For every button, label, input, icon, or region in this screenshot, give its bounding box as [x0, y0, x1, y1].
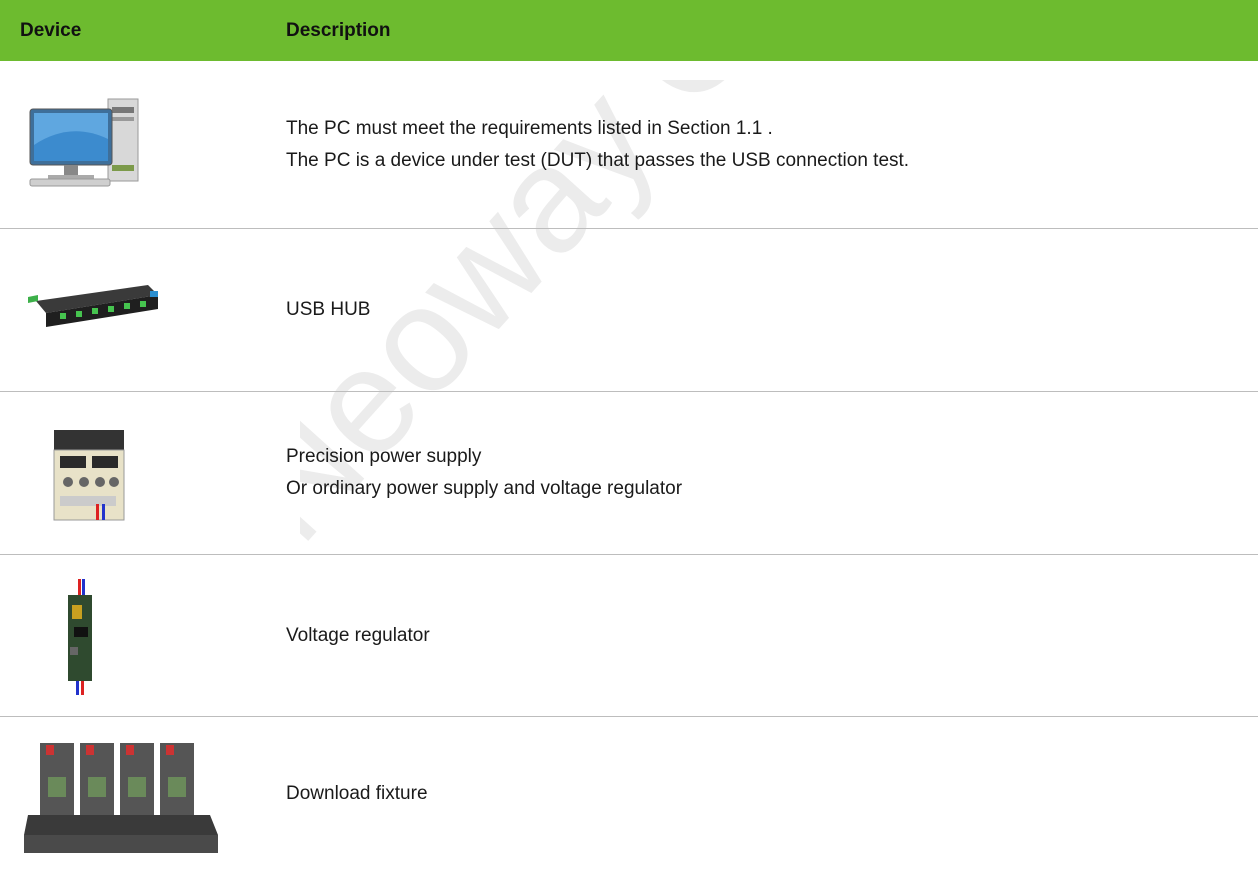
usb-hub-icon: [0, 229, 286, 391]
description-line: Precision power supply: [286, 446, 482, 467]
row-description: The PC must meet the requirements listed…: [286, 113, 1258, 177]
description-line: USB HUB: [286, 299, 371, 320]
description-line: Or ordinary power supply and voltage reg…: [286, 478, 683, 499]
table-row: USB HUB: [0, 229, 1258, 392]
download-fixture-icon: [0, 717, 286, 870]
table-row: Voltage regulator: [0, 555, 1258, 717]
row-description: Precision power supply Or ordinary power…: [286, 441, 1258, 505]
table-row: The PC must meet the requirements listed…: [0, 61, 1258, 229]
header-description: Description: [286, 19, 391, 41]
table-header: Device Description: [0, 0, 1258, 61]
description-line: The PC is a device under test (DUT) that…: [286, 149, 910, 171]
header-device: Device: [20, 19, 82, 41]
row-description: Voltage regulator: [286, 620, 1258, 652]
row-description: Download fixture: [286, 778, 1258, 810]
table-row: Download fixture: [0, 717, 1258, 870]
device-table: Device Description The PC must meet the …: [0, 0, 1258, 870]
row-description: USB HUB: [286, 294, 1258, 326]
description-line: Voltage regulator: [286, 624, 430, 646]
power-supply-icon: [0, 392, 286, 554]
desktop-pc-icon: [0, 61, 286, 228]
table-row: Precision power supply Or ordinary power…: [0, 392, 1258, 555]
description-line: Download fixture: [286, 782, 428, 804]
description-line: The PC must meet the requirements listed…: [286, 117, 773, 139]
voltage-regulator-icon: [0, 555, 286, 716]
